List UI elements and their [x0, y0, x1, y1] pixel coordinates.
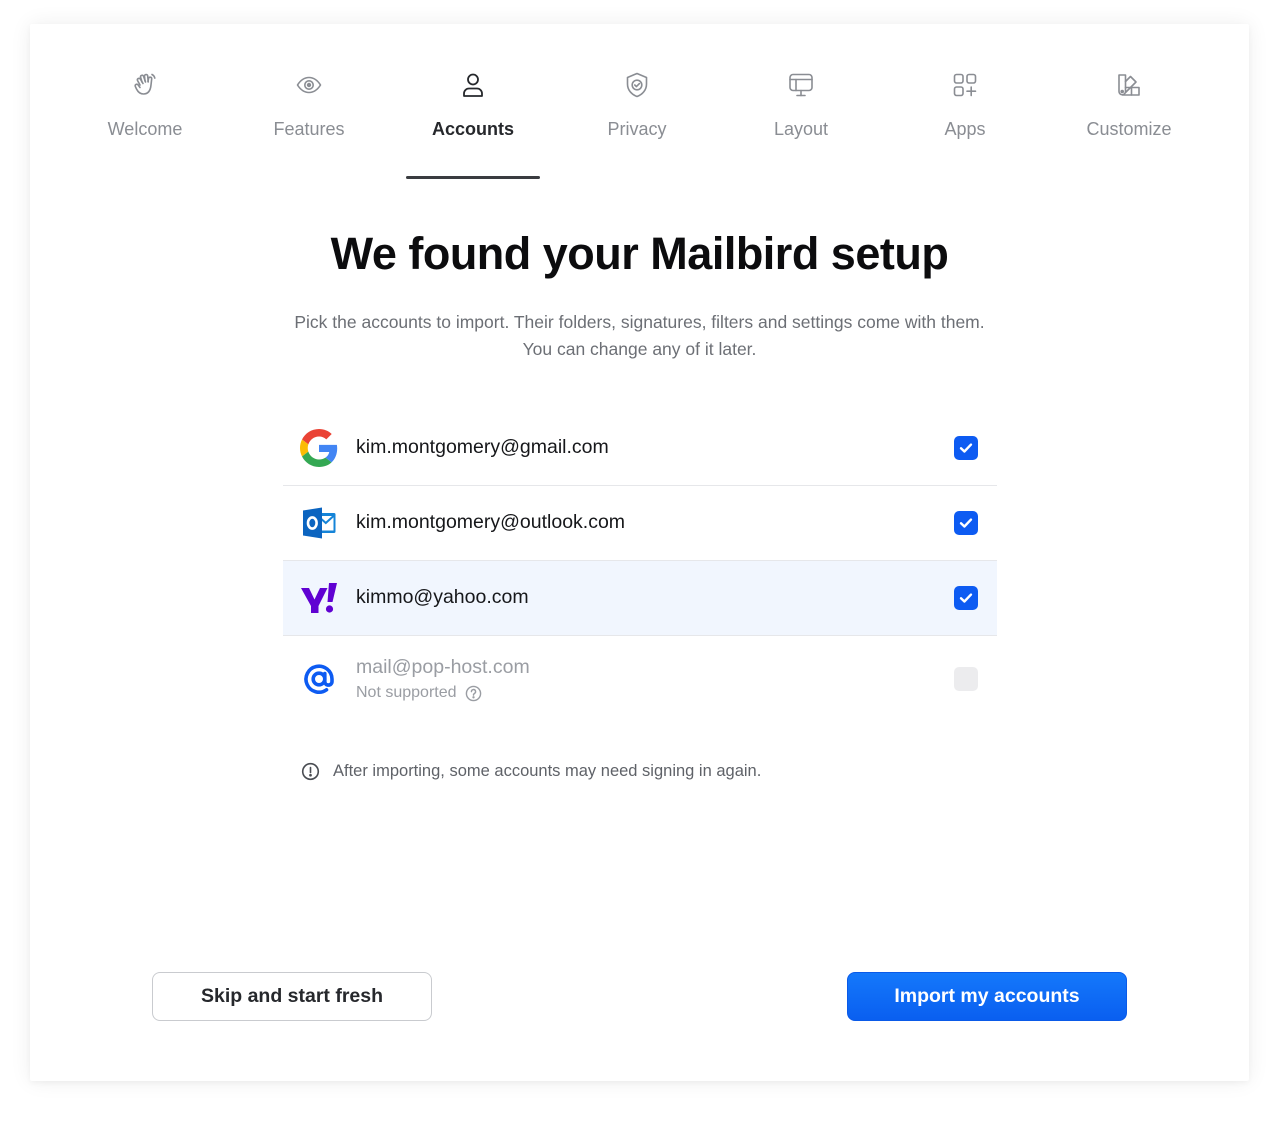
apps-grid-icon — [951, 68, 979, 102]
tab-accounts[interactable]: Accounts — [391, 64, 555, 180]
account-checkbox-checked[interactable] — [954, 511, 978, 535]
account-checkbox-checked[interactable] — [954, 436, 978, 460]
tab-label: Layout — [773, 119, 829, 139]
account-email: kim.montgomery@outlook.com — [356, 511, 626, 533]
skip-button[interactable]: Skip and start fresh — [152, 972, 432, 1021]
tab-apps[interactable]: Apps — [883, 64, 1047, 180]
account-checkbox-disabled — [954, 667, 978, 691]
palette-swatch-icon — [1115, 68, 1143, 102]
tab-customize[interactable]: Customize — [1047, 64, 1211, 180]
onboarding-window: Welcome Features Accounts Privacy Layout… — [30, 24, 1249, 1081]
eye-icon — [295, 68, 323, 102]
tab-label: Customize — [1086, 119, 1172, 139]
tab-label: Features — [273, 119, 345, 139]
account-list: kim.montgomery@gmail.com kim.montgomery@… — [283, 411, 997, 722]
account-row-outlook[interactable]: kim.montgomery@outlook.com — [283, 486, 997, 561]
monitor-layout-icon — [787, 68, 815, 102]
page-subtitle-line-1: Pick the accounts to import. Their folde… — [294, 312, 985, 332]
import-note-text: After importing, some accounts may need … — [333, 762, 762, 780]
import-note: After importing, some accounts may need … — [301, 762, 761, 781]
google-logo-icon — [300, 429, 338, 467]
tab-label: Apps — [944, 119, 986, 139]
shield-check-icon — [623, 68, 651, 102]
at-sign-icon — [300, 660, 338, 698]
account-row-yahoo[interactable]: kimmo@yahoo.com — [283, 561, 997, 636]
waving-hand-icon — [131, 68, 159, 102]
unsupported-label: Not supported — [356, 684, 457, 701]
tab-layout[interactable]: Layout — [719, 64, 883, 180]
tab-label: Welcome — [107, 119, 183, 139]
page-subtitle-line-2: You can change any of it later. — [522, 339, 757, 359]
import-accounts-button[interactable]: Import my accounts — [847, 972, 1127, 1021]
account-checkbox-checked[interactable] — [954, 586, 978, 610]
tab-features[interactable]: Features — [227, 64, 391, 180]
info-circle-icon — [301, 762, 320, 781]
yahoo-logo-icon — [300, 579, 338, 617]
unsupported-note: Not supported — [356, 684, 482, 702]
account-email: kim.montgomery@gmail.com — [356, 436, 609, 458]
page-title: We found your Mailbird setup — [330, 228, 949, 279]
tab-label: Privacy — [607, 119, 667, 139]
account-row-gmail[interactable]: kim.montgomery@gmail.com — [283, 411, 997, 486]
tab-welcome[interactable]: Welcome — [63, 64, 227, 180]
step-tabs: Welcome Features Accounts Privacy Layout… — [63, 64, 1215, 180]
outlook-logo-icon — [300, 504, 338, 542]
account-email: kimmo@yahoo.com — [356, 586, 529, 608]
active-tab-indicator — [406, 176, 540, 179]
tab-label: Accounts — [431, 119, 514, 139]
tab-privacy[interactable]: Privacy — [555, 64, 719, 180]
question-circle-icon[interactable] — [465, 685, 482, 702]
account-row-pop-host: mail@pop-host.com Not supported — [283, 636, 997, 722]
user-icon — [459, 68, 487, 102]
account-email: mail@pop-host.com — [356, 656, 530, 678]
